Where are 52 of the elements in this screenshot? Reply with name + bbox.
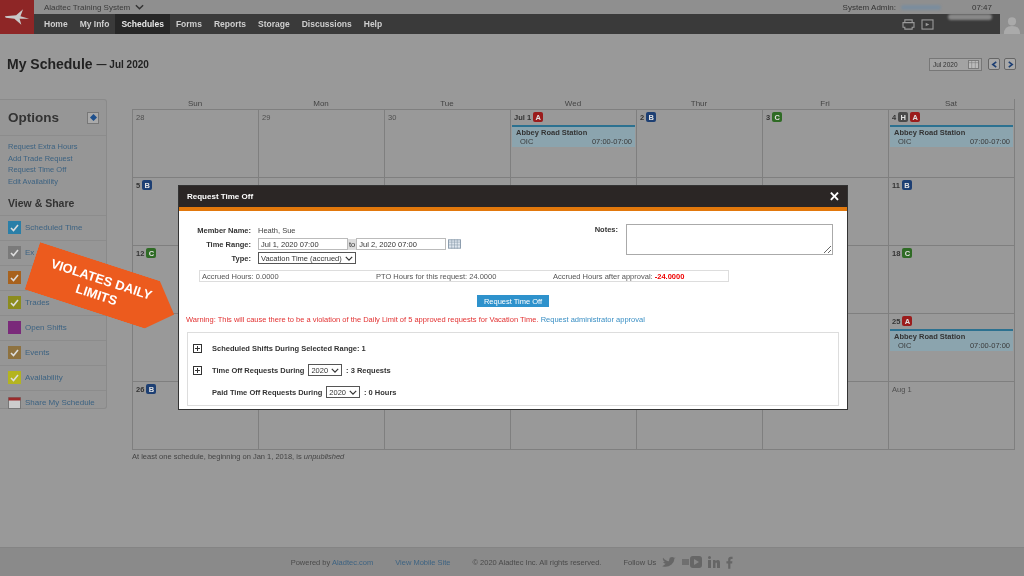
panel-title: Options: [8, 110, 59, 125]
caret-icon: [344, 255, 353, 261]
collapse-button[interactable]: [87, 111, 99, 124]
nav-tab[interactable]: Discussions: [295, 14, 358, 34]
page-subtitle: — Jul 2020: [96, 58, 149, 70]
calendar-icon[interactable]: [968, 59, 979, 69]
weekday-header: Fri: [819, 99, 831, 109]
weekday-header: Sat: [944, 99, 958, 109]
calendar-icon[interactable]: [448, 239, 462, 249]
nav-tab[interactable]: Storage: [252, 14, 296, 34]
weekday-header: Tue: [439, 99, 455, 109]
weekday-header: Thur: [689, 99, 709, 109]
checkbox[interactable]: [8, 221, 21, 235]
checkbox[interactable]: [8, 346, 21, 360]
clock-time: 07:47: [971, 2, 992, 12]
nav-tab[interactable]: Home: [38, 14, 74, 34]
section-title: View & Share: [0, 187, 106, 216]
checkbox[interactable]: [8, 371, 21, 385]
screen-icon[interactable]: [921, 18, 934, 30]
bird-icon[interactable]: [662, 556, 677, 568]
nav-tab[interactable]: Forms: [169, 14, 208, 34]
weekday-header: Sun: [186, 99, 204, 109]
nav-tab[interactable]: Reports: [207, 14, 252, 34]
app-name[interactable]: Aladtec Training System: [44, 2, 131, 12]
dialog-title: Request Time Off: [187, 192, 254, 201]
expand-icon[interactable]: [193, 343, 202, 353]
checkbox[interactable]: [8, 321, 21, 335]
nav-tab[interactable]: My Info: [73, 14, 116, 34]
caret-icon: [349, 389, 357, 395]
chevron-down-icon[interactable]: [135, 4, 145, 10]
nav-tab[interactable]: Schedules: [115, 14, 170, 34]
expand-icon[interactable]: [193, 365, 202, 375]
checkbox[interactable]: [8, 296, 21, 310]
bird-logo-icon: [4, 8, 30, 26]
notes-field[interactable]: [626, 224, 833, 255]
caret-icon: [331, 367, 340, 373]
nav-tab[interactable]: Help: [357, 14, 389, 34]
calendar-icon[interactable]: [8, 396, 21, 410]
weekday-header: Wed: [563, 99, 583, 109]
logo[interactable]: [0, 0, 34, 34]
video-icon[interactable]: [682, 556, 703, 568]
page-title: My Schedule: [7, 56, 93, 72]
social-icon[interactable]: [726, 555, 734, 569]
network-icon[interactable]: [708, 556, 721, 568]
checkbox[interactable]: [8, 246, 21, 260]
checkbox[interactable]: [8, 271, 21, 285]
printer-icon[interactable]: [902, 18, 915, 30]
next-button[interactable]: [1004, 58, 1016, 70]
user-label: System Admin:: [842, 2, 896, 12]
close-button[interactable]: ✕: [829, 190, 840, 203]
previous-button[interactable]: [988, 58, 1000, 70]
weekday-header: Mon: [312, 99, 330, 109]
